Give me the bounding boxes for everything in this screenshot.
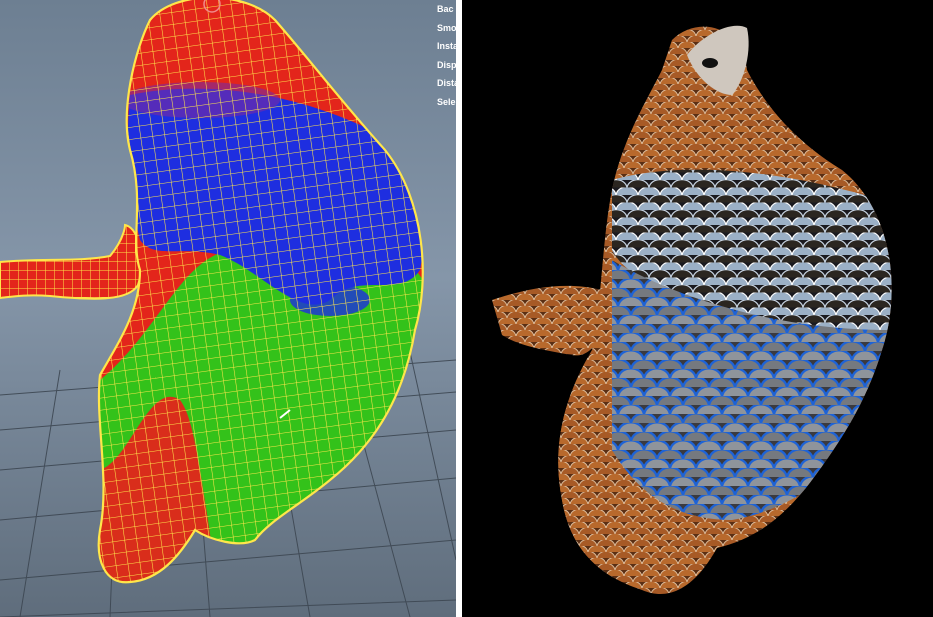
hud-line[interactable]: Smo bbox=[436, 19, 456, 38]
hud-line[interactable]: Insta bbox=[436, 37, 456, 56]
comparison-stage: Bac Smo Insta Disp Dista Sele bbox=[0, 0, 933, 617]
maya-viewport[interactable]: Bac Smo Insta Disp Dista Sele bbox=[0, 0, 456, 617]
hud-line[interactable]: Dista bbox=[436, 74, 456, 93]
feather-render-panel bbox=[462, 0, 933, 617]
viewport-scene[interactable] bbox=[0, 0, 456, 617]
hud-line[interactable]: Sele bbox=[436, 93, 456, 110]
bird-render bbox=[492, 25, 892, 595]
body-mesh bbox=[98, 0, 423, 583]
hud-line[interactable]: Disp bbox=[436, 56, 456, 75]
viewport-hud-overlay: Bac Smo Insta Disp Dista Sele bbox=[436, 0, 456, 110]
hud-line[interactable]: Bac bbox=[436, 0, 456, 19]
